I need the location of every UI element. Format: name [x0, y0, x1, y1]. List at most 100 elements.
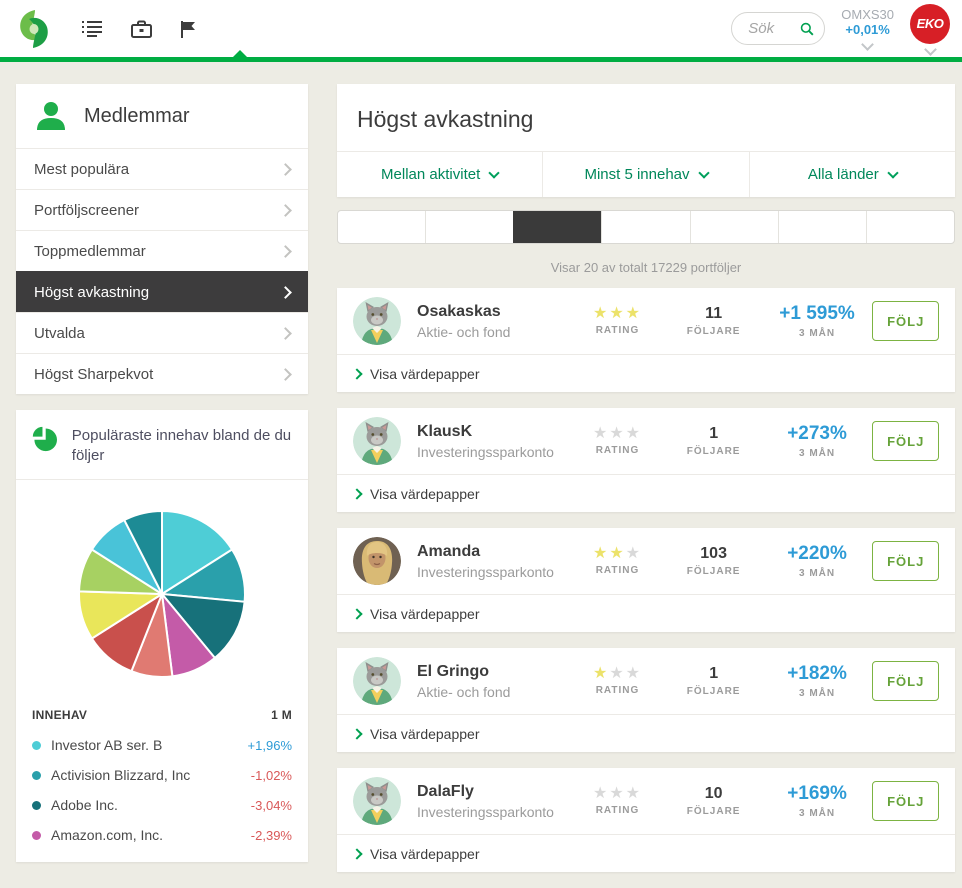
- show-securities-label: Visa värdepapper: [370, 606, 479, 622]
- member-row: DalaFly Investeringssparkonto ★★★ RATING…: [337, 768, 955, 834]
- holdings-table-header: INNEHAV 1 M: [32, 696, 292, 730]
- member-avatar[interactable]: [353, 657, 401, 705]
- chevron-down-icon: [698, 167, 709, 178]
- show-securities-label: Visa värdepapper: [370, 726, 479, 742]
- holding-name: Amazon.com, Inc.: [51, 827, 163, 843]
- holding-name: Activision Blizzard, Inc: [51, 767, 190, 783]
- member-row: El Gringo Aktie- och fond ★★★ RATING 1 F…: [337, 648, 955, 714]
- sidebar-item[interactable]: Toppmedlemmar: [16, 230, 308, 271]
- holding-name: Investor AB ser. B: [51, 737, 162, 753]
- filter-row: Mellan aktivitet Minst 5 innehav Alla lä…: [337, 151, 955, 197]
- sidebar-item[interactable]: Utvalda: [16, 312, 308, 353]
- filter-dropdown[interactable]: Minst 5 innehav: [542, 152, 748, 197]
- member-icon: [34, 99, 68, 133]
- sidebar-item[interactable]: Högst avkastning: [16, 271, 308, 312]
- pie-chart-icon: [32, 424, 58, 454]
- change-period-label: 3 MÅN: [762, 328, 873, 339]
- holding-row[interactable]: Amazon.com, Inc. -2,39%: [32, 820, 292, 850]
- holding-row[interactable]: Activision Blizzard, Inc -1,02%: [32, 760, 292, 790]
- filter-dropdown[interactable]: Alla länder: [749, 152, 955, 197]
- member-change: +182% 3 MÅN: [762, 663, 873, 699]
- search-box[interactable]: [731, 12, 825, 45]
- follow-button[interactable]: FÖLJ: [872, 301, 939, 341]
- main-header-card: Högst avkastning Mellan aktivitet Minst …: [337, 84, 955, 197]
- filter-dropdown[interactable]: Mellan aktivitet: [337, 152, 542, 197]
- period-tab[interactable]: [513, 211, 601, 243]
- search-input[interactable]: [746, 19, 794, 38]
- sidebar-item-label: Portföljscreener: [34, 202, 139, 219]
- follow-button[interactable]: FÖLJ: [872, 781, 939, 821]
- change-period-label: 3 MÅN: [762, 568, 873, 579]
- holding-row[interactable]: Adobe Inc. -3,04%: [32, 790, 292, 820]
- change-percent: +169%: [762, 783, 873, 805]
- member-name[interactable]: KlausK: [417, 423, 569, 441]
- show-securities-expander[interactable]: Visa värdepapper: [337, 474, 955, 512]
- period-tab[interactable]: [425, 211, 513, 243]
- show-securities-expander[interactable]: Visa värdepapper: [337, 834, 955, 872]
- member-followers: 1 FÖLJARE: [666, 425, 762, 457]
- member-avatar[interactable]: [353, 417, 401, 465]
- popular-holdings-widget: Populäraste innehav bland de du följer I…: [16, 410, 308, 862]
- sidebar-item[interactable]: Portföljscreener: [16, 189, 308, 230]
- star-icon: ★: [609, 425, 625, 442]
- portfolio-icon[interactable]: [131, 20, 152, 38]
- watchlist-icon[interactable]: [82, 20, 103, 37]
- show-securities-expander[interactable]: Visa värdepapper: [337, 594, 955, 632]
- member-row: KlausK Investeringssparkonto ★★★ RATING …: [337, 408, 955, 474]
- rating-label: RATING: [569, 805, 665, 816]
- member-rating: ★★★ RATING: [569, 426, 665, 456]
- follow-button[interactable]: FÖLJ: [872, 421, 939, 461]
- chevron-right-icon: [351, 608, 362, 619]
- sidebar-item[interactable]: Högst Sharpekvot: [16, 353, 308, 394]
- chevron-right-icon: [279, 368, 292, 381]
- member-name[interactable]: El Gringo: [417, 663, 569, 681]
- sidebar: Medlemmar Mest populära Portföljscreener…: [16, 84, 308, 862]
- show-securities-expander[interactable]: Visa värdepapper: [337, 354, 955, 392]
- member-card: KlausK Investeringssparkonto ★★★ RATING …: [337, 408, 955, 512]
- shareville-logo-icon[interactable]: [14, 9, 54, 49]
- sidebar-title: Medlemmar: [84, 105, 190, 128]
- index-ticker[interactable]: OMXS30 +0,01%: [841, 8, 894, 50]
- user-menu[interactable]: EKO: [910, 4, 950, 54]
- chevron-right-icon: [279, 163, 292, 176]
- show-securities-label: Visa värdepapper: [370, 366, 479, 382]
- sidebar-item-label: Toppmedlemmar: [34, 243, 146, 260]
- star-icon: ★: [626, 785, 642, 802]
- chevron-right-icon: [279, 245, 292, 258]
- avatar[interactable]: EKO: [910, 4, 950, 44]
- member-rating: ★★★ RATING: [569, 306, 665, 336]
- followers-label: FÖLJARE: [666, 566, 762, 577]
- period-tab[interactable]: [778, 211, 866, 243]
- follow-button[interactable]: FÖLJ: [872, 541, 939, 581]
- ticker-change: +0,01%: [845, 23, 889, 37]
- nav-active-indicator: [0, 57, 962, 62]
- period-tab[interactable]: [601, 211, 689, 243]
- top-bar: OMXS30 +0,01% EKO: [0, 0, 962, 57]
- member-name[interactable]: Osakaskas: [417, 303, 569, 321]
- sidebar-item-label: Mest populära: [34, 161, 129, 178]
- filter-label: Minst 5 innehav: [584, 166, 689, 183]
- period-tab[interactable]: [338, 211, 425, 243]
- show-securities-expander[interactable]: Visa värdepapper: [337, 714, 955, 752]
- member-avatar[interactable]: [353, 777, 401, 825]
- sidebar-item[interactable]: Mest populära: [16, 148, 308, 189]
- holdings-header-name: INNEHAV: [32, 708, 87, 722]
- page-title: Högst avkastning: [337, 84, 955, 151]
- member-name[interactable]: Amanda: [417, 543, 569, 561]
- holding-bullet-icon: [32, 741, 41, 750]
- period-tab[interactable]: [690, 211, 778, 243]
- search-icon[interactable]: [800, 20, 814, 38]
- member-name[interactable]: DalaFly: [417, 783, 569, 801]
- star-icon: ★: [609, 665, 625, 682]
- member-avatar[interactable]: [353, 537, 401, 585]
- member-row: Amanda Investeringssparkonto ★★★ RATING …: [337, 528, 955, 594]
- holding-row[interactable]: Investor AB ser. B +1,96%: [32, 730, 292, 760]
- flag-icon[interactable]: [180, 20, 196, 38]
- member-card: Osakaskas Aktie- och fond ★★★ RATING 11 …: [337, 288, 955, 392]
- member-followers: 11 FÖLJARE: [666, 305, 762, 337]
- follow-button[interactable]: FÖLJ: [872, 661, 939, 701]
- member-avatar[interactable]: [353, 297, 401, 345]
- star-icon: ★: [593, 545, 609, 562]
- period-tab[interactable]: [866, 211, 954, 243]
- holdings-pie-chart: [16, 480, 308, 696]
